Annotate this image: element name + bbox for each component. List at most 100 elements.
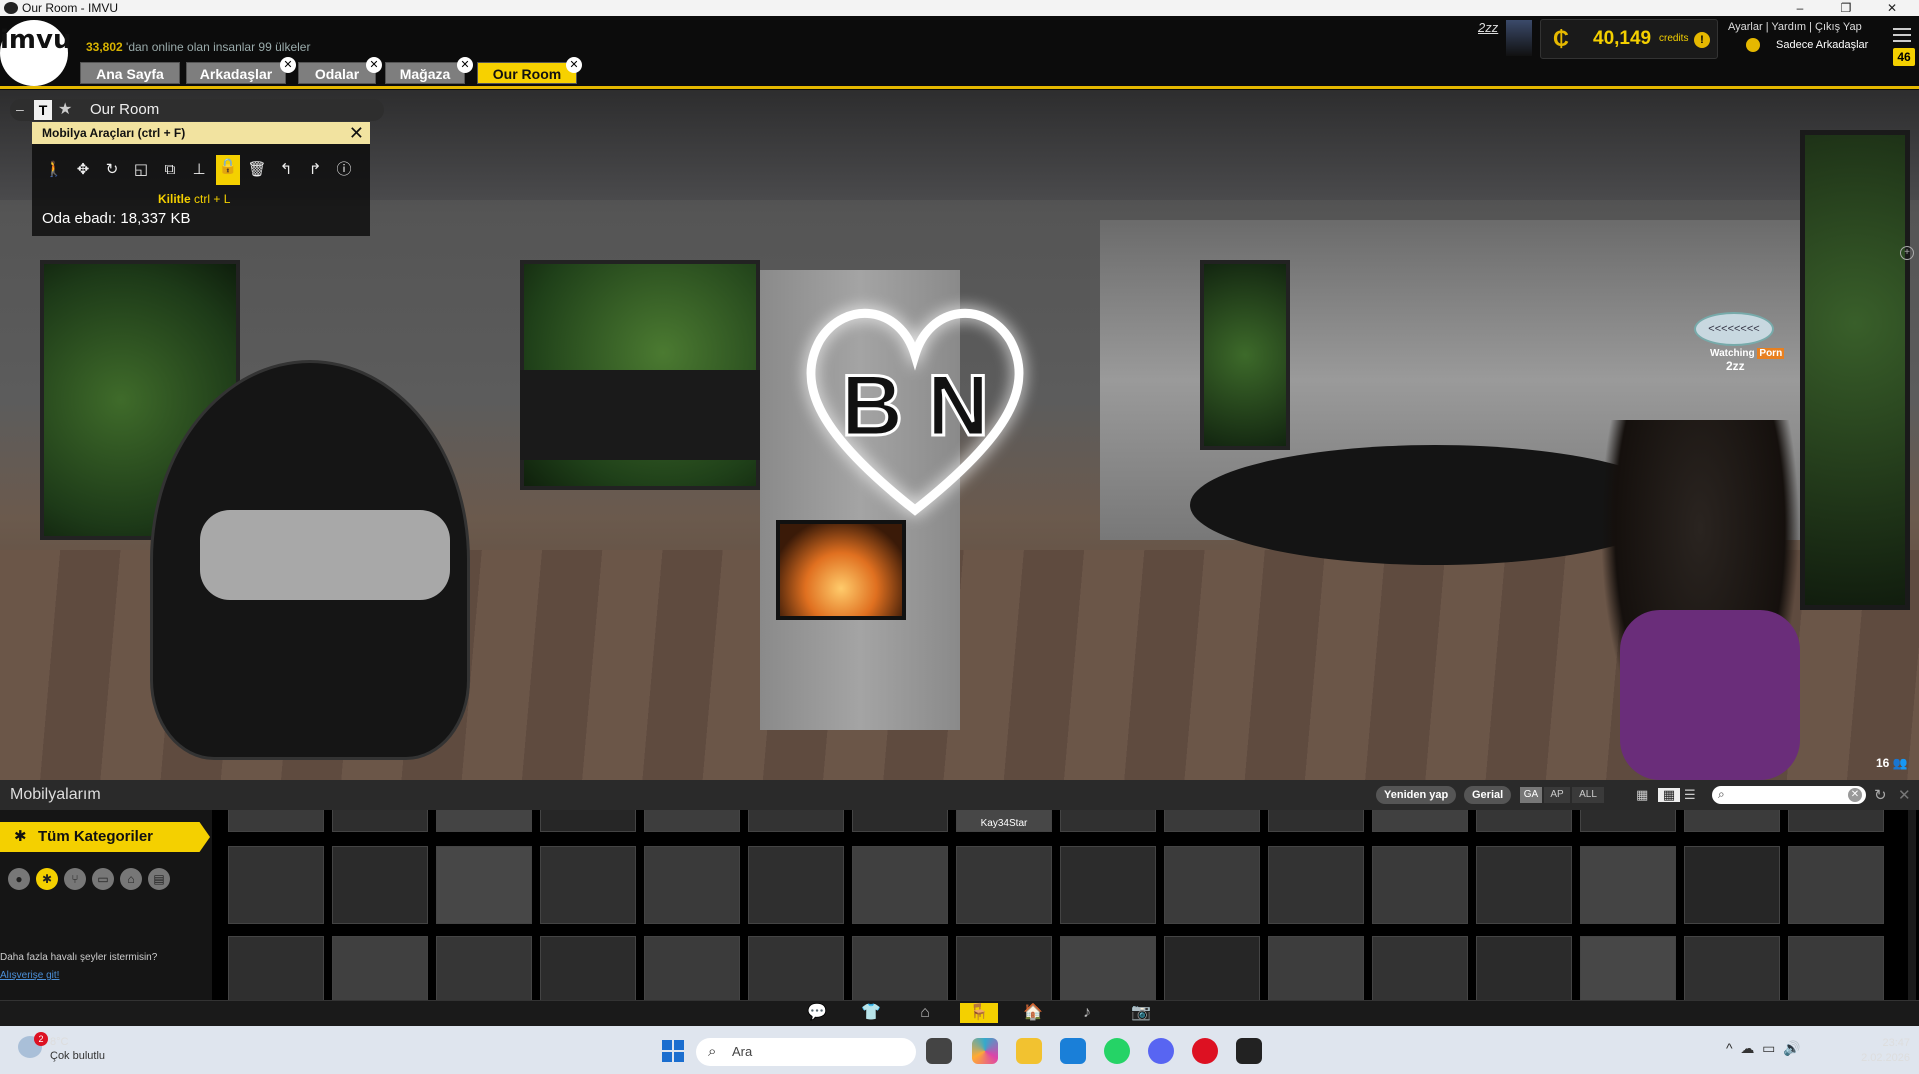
furniture-search-input[interactable]: ⌕ ✕: [1712, 786, 1866, 804]
furniture-item[interactable]: [1268, 846, 1364, 924]
furniture-item[interactable]: [1788, 846, 1884, 924]
furniture-item[interactable]: IMVU: [748, 936, 844, 1000]
redo-icon[interactable]: ↱: [303, 158, 327, 182]
furniture-item[interactable]: [1684, 810, 1780, 832]
furniture-item[interactable]: [1060, 846, 1156, 924]
friends-only-toggle[interactable]: Sadece Arkadaşlar: [1740, 37, 1884, 54]
furniture-item[interactable]: Kay34Star: [956, 810, 1052, 832]
sofa-category-icon[interactable]: ▭: [92, 868, 114, 890]
furniture-item[interactable]: [332, 846, 428, 924]
collapse-icon[interactable]: –: [16, 101, 24, 117]
redo-button[interactable]: Yeniden yap: [1376, 786, 1457, 804]
scale-icon[interactable]: ◱: [129, 158, 153, 182]
furniture-item[interactable]: [644, 936, 740, 1000]
tab-rooms[interactable]: Odalar: [298, 62, 376, 84]
duplicate-icon[interactable]: ⧉: [158, 158, 182, 182]
close-button[interactable]: ✕: [1872, 0, 1912, 16]
grid-large-icon[interactable]: ▦: [1636, 788, 1652, 802]
furniture-item[interactable]: [1372, 936, 1468, 1000]
info-icon[interactable]: ⓘ: [332, 158, 356, 182]
furniture-item[interactable]: [1684, 846, 1780, 924]
system-tray[interactable]: ^ ☁ ▭ 🔊: [1726, 1040, 1801, 1057]
furniture-item[interactable]: [540, 936, 636, 1000]
furniture-item[interactable]: [540, 810, 636, 832]
imvu-taskbar-icon[interactable]: [1236, 1038, 1262, 1064]
furniture-item[interactable]: [1476, 846, 1572, 924]
lamp-category-icon[interactable]: ⌂: [120, 868, 142, 890]
furniture-item[interactable]: [1788, 936, 1884, 1000]
undo-button[interactable]: Gerial: [1464, 786, 1512, 804]
furniture-item[interactable]: NO ENTRY: [332, 936, 428, 1000]
furniture-item[interactable]: [228, 936, 324, 1000]
avatar-name[interactable]: 2zz: [1726, 359, 1745, 373]
refresh-icon[interactable]: ↻: [1874, 786, 1887, 804]
floor-icon[interactable]: ⊥: [187, 158, 211, 182]
username-link[interactable]: 2zz: [1478, 20, 1498, 35]
room-title-bar[interactable]: – T ★ Our Room: [10, 99, 384, 121]
furniture-item[interactable]: [1580, 846, 1676, 924]
window-bench[interactable]: [520, 370, 760, 460]
windows-start-icon[interactable]: [662, 1040, 684, 1062]
add-icon[interactable]: +: [1900, 246, 1914, 260]
tab-shop[interactable]: Mağaza: [385, 62, 465, 84]
task-view-icon[interactable]: [926, 1038, 952, 1064]
camera-icon[interactable]: 📷: [1130, 1003, 1152, 1023]
tag-category-icon[interactable]: ●: [8, 868, 30, 890]
fireplace[interactable]: [776, 520, 906, 620]
system-clock[interactable]: 23:47 2.02.2026: [1850, 1036, 1910, 1066]
home-icon[interactable]: 🏠: [1022, 1003, 1044, 1023]
favorite-star-icon[interactable]: ★: [58, 99, 72, 119]
furniture-item[interactable]: IMVU: [1060, 936, 1156, 1000]
tab-our-room-close-icon[interactable]: ✕: [566, 57, 582, 73]
top-links[interactable]: Ayarlar | Yardım | Çıkış Yap: [1728, 21, 1862, 33]
furniture-item[interactable]: [1788, 810, 1884, 832]
store-icon[interactable]: [1060, 1038, 1086, 1064]
furniture-item[interactable]: [852, 936, 948, 1000]
furniture-item[interactable]: [852, 846, 948, 924]
tab-shop-close-icon[interactable]: ✕: [457, 57, 473, 73]
music-icon[interactable]: ♪: [1076, 1003, 1098, 1023]
imvu-logo[interactable]: imvu: [0, 20, 71, 86]
furniture-item[interactable]: [644, 846, 740, 924]
furniture-item[interactable]: [956, 936, 1052, 1000]
furniture-item[interactable]: [1372, 810, 1468, 832]
furniture-item[interactable]: [1684, 936, 1780, 1000]
whatsapp-icon[interactable]: [1104, 1038, 1130, 1064]
furniture-item[interactable]: [1476, 936, 1572, 1000]
toggle-all[interactable]: ALL: [1572, 787, 1604, 803]
furniture-item[interactable]: [1060, 810, 1156, 832]
menu-icon[interactable]: [1893, 28, 1911, 42]
tab-friends[interactable]: Arkadaşlar: [186, 62, 286, 84]
hanger-icon[interactable]: ⌂: [914, 1003, 936, 1023]
room-category-icon[interactable]: ▤: [148, 868, 170, 890]
walk-icon[interactable]: 🚶: [42, 158, 66, 182]
credits-box[interactable]: ₵ 40,149 credits !: [1540, 19, 1718, 59]
clear-search-icon[interactable]: ✕: [1848, 788, 1862, 802]
close-panel-icon[interactable]: ✕: [1898, 786, 1911, 804]
furniture-item[interactable]: [1580, 810, 1676, 832]
avatar-thumbnail[interactable]: [1506, 20, 1532, 56]
text-chat-icon[interactable]: T: [34, 100, 52, 120]
furniture-item[interactable]: [956, 846, 1052, 924]
file-explorer-icon[interactable]: [1016, 1038, 1042, 1064]
toggle-ap[interactable]: AP: [1544, 787, 1570, 803]
furniture-item[interactable]: [1164, 810, 1260, 832]
furniture-item[interactable]: [436, 810, 532, 832]
notification-badge[interactable]: 46: [1893, 48, 1915, 66]
rotate-icon[interactable]: ↻: [100, 158, 124, 182]
furniture-item[interactable]: [540, 846, 636, 924]
all-category-icon[interactable]: ✱: [36, 868, 58, 890]
furniture-item[interactable]: [1372, 846, 1468, 924]
tab-rooms-close-icon[interactable]: ✕: [366, 57, 382, 73]
move-icon[interactable]: ✥: [71, 158, 95, 182]
furniture-item[interactable]: [1580, 936, 1676, 1000]
furniture-item[interactable]: [1268, 810, 1364, 832]
shirt-icon[interactable]: 👕: [860, 1003, 882, 1023]
furniture-item[interactable]: [748, 810, 844, 832]
furniture-item[interactable]: [1476, 810, 1572, 832]
chair-category-icon[interactable]: ⑂: [64, 868, 86, 890]
furniture-item[interactable]: [228, 846, 324, 924]
furniture-item[interactable]: [228, 810, 324, 832]
all-categories-button[interactable]: ✱ Tüm Kategoriler: [0, 822, 210, 852]
grid-small-icon[interactable]: ▦: [1658, 788, 1680, 802]
